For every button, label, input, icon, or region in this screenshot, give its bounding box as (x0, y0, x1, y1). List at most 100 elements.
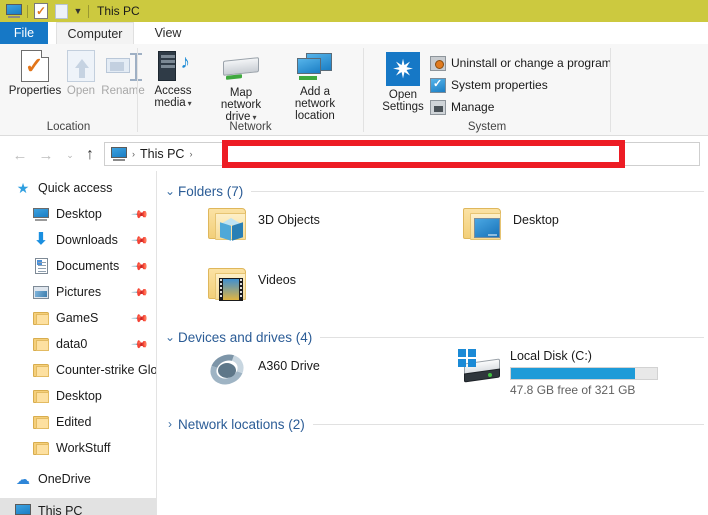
sidebar-item-pictures-label: Pictures (56, 285, 102, 299)
up-button[interactable]: ↑ (80, 145, 100, 165)
system-properties-command[interactable]: System properties (430, 76, 548, 94)
section-header-network-locations-label: Network locations (2) (178, 416, 305, 432)
pictures-icon (32, 283, 50, 301)
breadcrumb-item-this-pc[interactable]: This PC (140, 147, 184, 161)
folder-icon (32, 335, 50, 353)
section-divider (312, 423, 704, 425)
folder-icon (32, 413, 50, 431)
tab-file[interactable]: File (0, 22, 48, 44)
drive-info: Local Disk (C:) 47.8 GB free of 321 GB (510, 349, 658, 397)
qat-divider-2 (88, 4, 89, 18)
open-button-label: Open (66, 85, 96, 97)
pin-icon[interactable]: 📌 (131, 205, 150, 224)
breadcrumb-this-pc-icon[interactable] (111, 147, 127, 161)
new-folder-icon[interactable] (51, 1, 71, 21)
folder-videos-icon (208, 267, 248, 301)
sidebar-item-desktop-folder[interactable]: Desktop (0, 383, 156, 409)
sidebar-item-downloads-label: Downloads (56, 233, 118, 247)
sidebar-item-quick-access-label: Quick access (38, 181, 113, 195)
open-settings-button[interactable]: Open Settings (372, 52, 434, 113)
file-list-pane[interactable]: ⌄ Folders (7) 3D Objects Desktop Videos (158, 171, 708, 515)
properties-icon[interactable] (31, 1, 51, 21)
chevron-down-icon[interactable]: ⌄ (162, 330, 178, 344)
chevron-right-icon[interactable]: › (162, 417, 178, 431)
system-properties-label: System properties (451, 78, 548, 92)
sidebar-item-downloads[interactable]: ⬇ Downloads 📌 (0, 227, 156, 253)
section-header-folders[interactable]: ⌄ Folders (7) (162, 181, 704, 201)
ribbon-group-network-label: Network (229, 121, 272, 133)
desktop-icon (32, 205, 50, 223)
sidebar-item-games[interactable]: GameS 📌 (0, 305, 156, 331)
add-network-location-icon (297, 53, 333, 81)
recent-locations-button[interactable]: ⌄ (60, 145, 80, 165)
list-item[interactable]: Local Disk (C:) 47.8 GB free of 321 GB (458, 349, 658, 397)
sidebar-item-quick-access[interactable]: ★ Quick access (0, 175, 156, 201)
sidebar-item-edited[interactable]: Edited (0, 409, 156, 435)
customize-caret-icon[interactable]: ▼ (71, 1, 85, 21)
chevron-down-icon[interactable]: ⌄ (162, 184, 178, 198)
manage-command[interactable]: Manage (430, 98, 494, 116)
folder-desktop-icon (463, 207, 503, 241)
sidebar-item-edited-label: Edited (56, 415, 92, 429)
list-item[interactable]: Videos (208, 267, 296, 301)
sidebar-item-onedrive-label: OneDrive (38, 472, 91, 486)
folder-icon (32, 309, 50, 327)
section-header-devices-and-drives[interactable]: ⌄ Devices and drives (4) (162, 327, 704, 347)
list-item-label: Videos (258, 273, 296, 287)
map-network-drive-icon (223, 55, 259, 81)
sidebar-item-this-pc-label: This PC (38, 504, 83, 515)
access-media-text: Access media (154, 85, 192, 109)
folder-icon (32, 387, 50, 405)
star-icon: ★ (16, 179, 30, 196)
documents-icon (32, 257, 50, 275)
sidebar-item-counter-strike[interactable]: Counter-strike Glob (0, 357, 156, 383)
drive-name-label: Local Disk (C:) (510, 349, 592, 363)
section-header-network-locations[interactable]: › Network locations (2) (162, 414, 704, 434)
list-item[interactable]: A360 Drive (205, 349, 320, 390)
rename-large-icon (106, 52, 142, 82)
back-button[interactable]: ← (10, 145, 30, 165)
breadcrumb-separator-1[interactable]: › (132, 149, 135, 159)
a360-drive-icon (205, 349, 249, 390)
this-pc-icon[interactable] (4, 1, 24, 21)
download-icon: ⬇ (34, 231, 48, 248)
pin-icon[interactable]: 📌 (131, 335, 150, 354)
section-divider (320, 336, 704, 338)
highlight-annotation-rectangle (222, 140, 625, 168)
add-network-location-button-label: Add a network location (294, 86, 336, 122)
ribbon-group-network: ♪ Access media ▾ Map network drive ▾ Add a… (138, 44, 363, 136)
sidebar-item-pictures[interactable]: Pictures 📌 (0, 279, 156, 305)
sidebar-item-desktop-qa-label: Desktop (56, 207, 102, 221)
pin-icon[interactable]: 📌 (131, 231, 150, 250)
folder-icon (32, 439, 50, 457)
uninstall-or-change-a-program-command[interactable]: Uninstall or change a program (430, 54, 612, 72)
pin-icon[interactable]: 📌 (131, 257, 150, 276)
sidebar-item-documents-label: Documents (56, 259, 120, 273)
window-title: This PC (97, 4, 140, 18)
forward-button[interactable]: → (36, 145, 56, 165)
add-network-location-button[interactable]: Add a network location (284, 50, 346, 122)
tab-computer[interactable]: Computer (56, 22, 134, 44)
sidebar-item-onedrive[interactable]: ☁ OneDrive (0, 466, 156, 492)
manage-icon (430, 99, 446, 115)
access-media-caret-icon[interactable]: ▾ (188, 99, 192, 108)
drive-capacity-fill (511, 368, 636, 379)
list-item[interactable]: 3D Objects (208, 207, 320, 241)
list-item[interactable]: Desktop (463, 207, 559, 241)
map-network-drive-button[interactable]: Map network drive ▾ (210, 50, 272, 124)
list-item-label: 3D Objects (258, 213, 320, 227)
pin-icon[interactable]: 📌 (131, 309, 150, 328)
sidebar-item-documents[interactable]: Documents 📌 (0, 253, 156, 279)
access-media-button[interactable]: ♪ Access media ▾ (142, 50, 204, 110)
sidebar-item-desktop-qa[interactable]: Desktop 📌 (0, 201, 156, 227)
uninstall-program-icon (430, 55, 446, 71)
breadcrumb-separator-2[interactable]: › (189, 149, 192, 159)
sidebar-item-workstuff[interactable]: WorkStuff (0, 435, 156, 461)
gear-icon (386, 52, 420, 86)
pin-icon[interactable]: 📌 (131, 283, 150, 302)
sidebar-item-data0[interactable]: data0 📌 (0, 331, 156, 357)
sidebar-item-this-pc[interactable]: This PC (0, 498, 156, 515)
tab-view[interactable]: View (138, 22, 198, 44)
cloud-icon: ☁ (16, 471, 30, 487)
navigation-pane: ★ Quick access Desktop 📌 ⬇ Downloads 📌 D… (0, 171, 157, 515)
